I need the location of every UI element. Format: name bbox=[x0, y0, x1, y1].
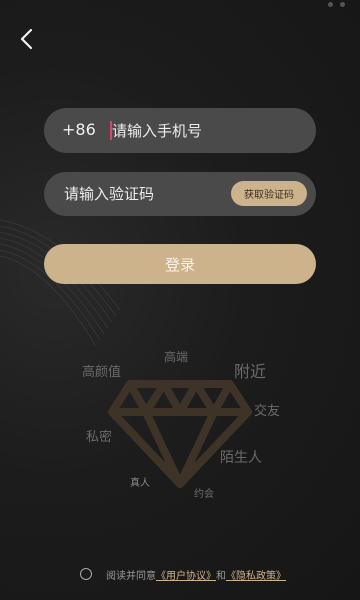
login-screen: +86 获取验证码 登录 高颜值 高端 附近 交友 私密 陌生人 真人 约会 阅… bbox=[0, 0, 360, 600]
chevron-left-icon bbox=[20, 28, 33, 50]
code-field[interactable]: 获取验证码 bbox=[44, 172, 316, 216]
agreement-row: 阅读并同意 《用户协议》 和 《隐私政策》 bbox=[80, 566, 286, 582]
tag-date: 约会 bbox=[194, 489, 214, 500]
status-signal-icon bbox=[328, 2, 333, 7]
phone-input[interactable] bbox=[112, 120, 302, 141]
tag-real-people: 真人 bbox=[130, 478, 150, 489]
user-agreement-link[interactable]: 《用户协议》 bbox=[156, 567, 216, 582]
country-code[interactable]: +86 bbox=[62, 120, 96, 139]
agreement-checkbox[interactable] bbox=[80, 568, 92, 580]
tag-private: 私密 bbox=[86, 430, 113, 445]
status-battery-icon bbox=[340, 2, 345, 7]
verification-code-input[interactable] bbox=[64, 184, 214, 204]
tag-high-looks: 高颜值 bbox=[82, 365, 122, 380]
tag-dating-friends: 交友 bbox=[254, 404, 281, 419]
back-button[interactable] bbox=[14, 26, 40, 52]
tag-high-end: 高端 bbox=[164, 350, 189, 364]
agreement-prefix: 阅读并同意 bbox=[106, 570, 156, 582]
login-button[interactable]: 登录 bbox=[44, 244, 316, 284]
phone-field[interactable]: +86 bbox=[44, 108, 316, 153]
status-bar bbox=[300, 0, 360, 10]
get-code-button[interactable]: 获取验证码 bbox=[231, 181, 307, 206]
privacy-policy-link[interactable]: 《隐私政策》 bbox=[226, 567, 286, 582]
tag-strangers: 陌生人 bbox=[220, 450, 262, 466]
tag-nearby: 附近 bbox=[234, 362, 267, 381]
agreement-connector: 和 bbox=[216, 570, 226, 582]
